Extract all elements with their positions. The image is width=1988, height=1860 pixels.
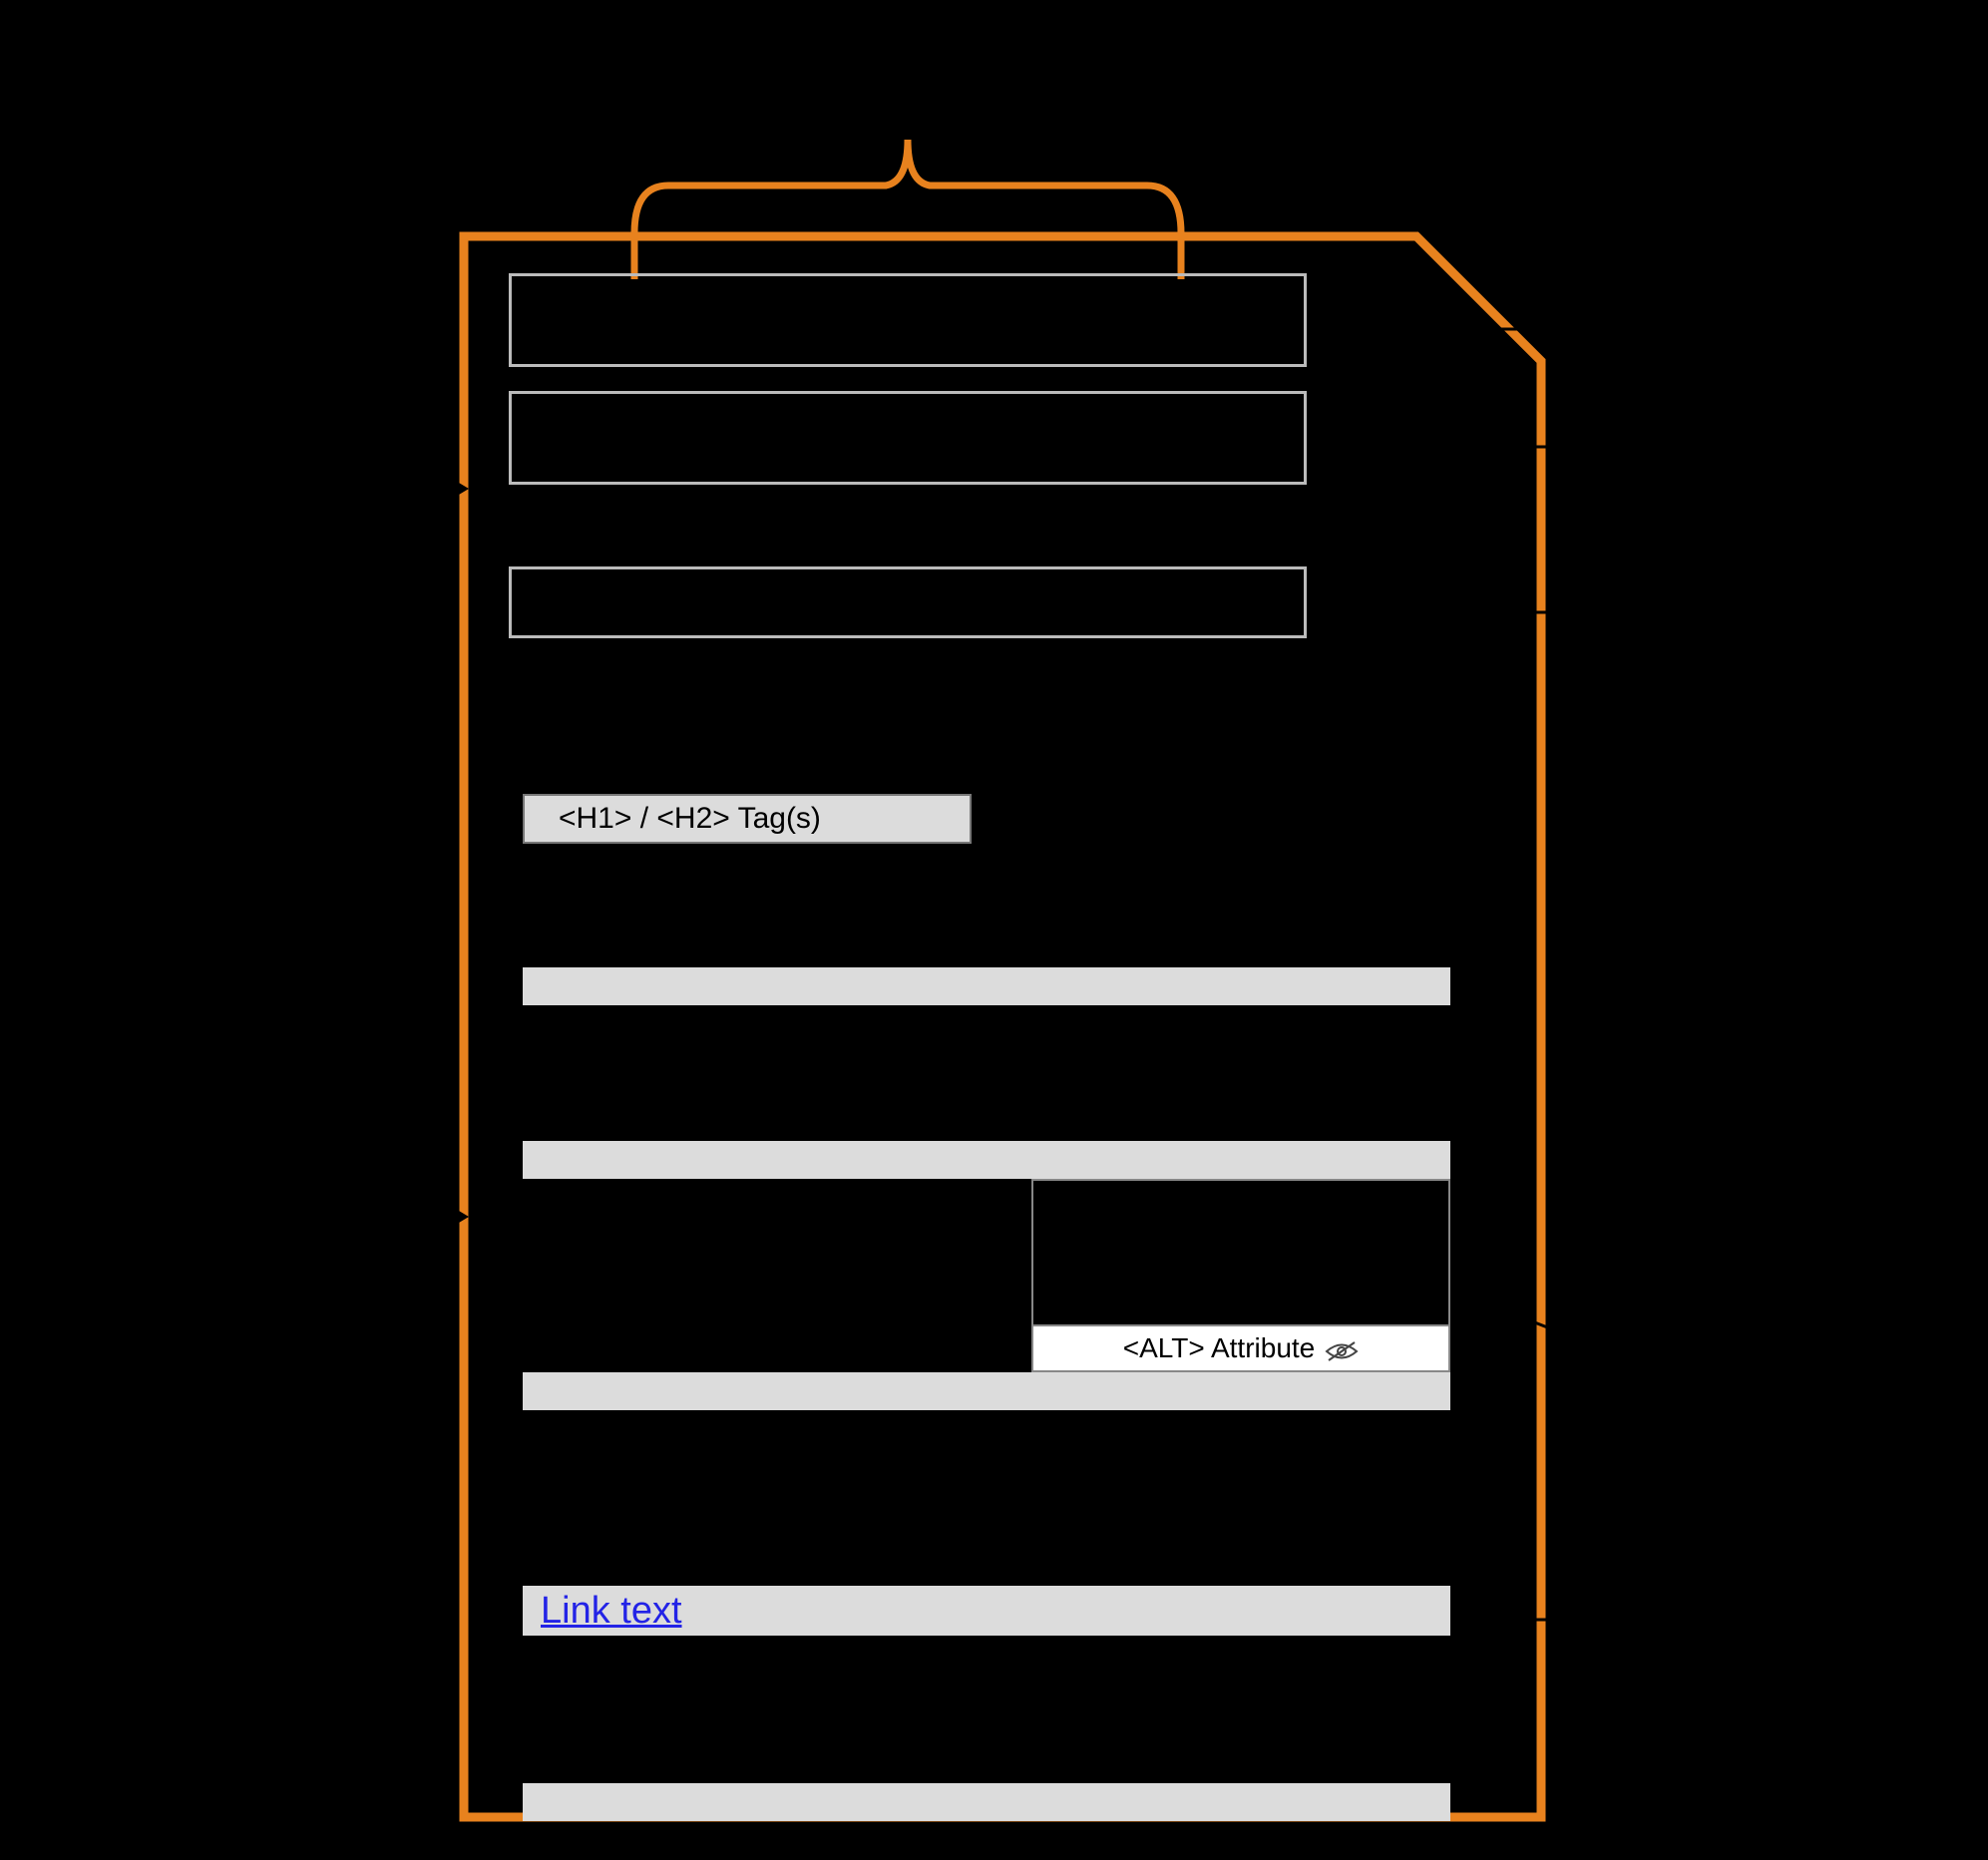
meta-description-box: Meta Description	[509, 391, 1307, 485]
arrow-left-icon	[1317, 319, 1586, 339]
body-text-bar	[523, 967, 1450, 1005]
arrow-diagonal-icon	[1456, 1287, 1596, 1356]
arrow-left-icon	[1317, 437, 1586, 457]
alt-attribute-label: <ALT> Attribute	[1123, 1332, 1316, 1364]
annotation-body: <BODY>	[70, 1187, 409, 1230]
body-text-bar	[523, 1372, 1450, 1410]
arrow-left-icon	[1317, 602, 1586, 622]
image-block: <ALT> Attribute	[1031, 1179, 1450, 1372]
arrow-left-icon	[1456, 1610, 1596, 1630]
annotation-img: <IMG>	[1596, 1326, 1955, 1369]
hidden-eye-icon	[1325, 1337, 1359, 1359]
arrow-right-icon	[399, 479, 469, 499]
head-section-label: <HEAD>	[648, 90, 1167, 133]
diagram-canvas: <HEAD> Meta Title Meta Description Meta …	[0, 0, 1988, 1860]
meta-keywords-label: Meta Keywords	[512, 569, 1304, 635]
body-text-bar	[523, 1141, 1450, 1179]
annotation-head: <HEAD>	[70, 459, 409, 502]
body-text-bar	[523, 1783, 1450, 1821]
annotation-description: Description	[1596, 419, 1955, 462]
meta-keywords-box: Meta Keywords	[509, 566, 1307, 638]
meta-title-box: Meta Title	[509, 273, 1307, 367]
link-text[interactable]: Link text	[541, 1590, 682, 1633]
meta-description-label: Meta Description	[512, 394, 1304, 482]
arrow-right-icon	[399, 1207, 469, 1227]
alt-attribute-row: <ALT> Attribute	[1031, 1326, 1450, 1372]
annotation-a-href: <A HREF>	[1596, 1592, 1955, 1635]
annotation-title: <TITLE>	[1596, 301, 1955, 344]
link-text-bar: Link text	[523, 1586, 1450, 1636]
annotation-keywords: Keywords	[1596, 584, 1955, 627]
meta-title-label: Meta Title	[512, 276, 1304, 364]
h1-h2-tag-box: <H1> / <H2> Tag(s)	[523, 794, 972, 844]
image-placeholder	[1031, 1179, 1450, 1326]
